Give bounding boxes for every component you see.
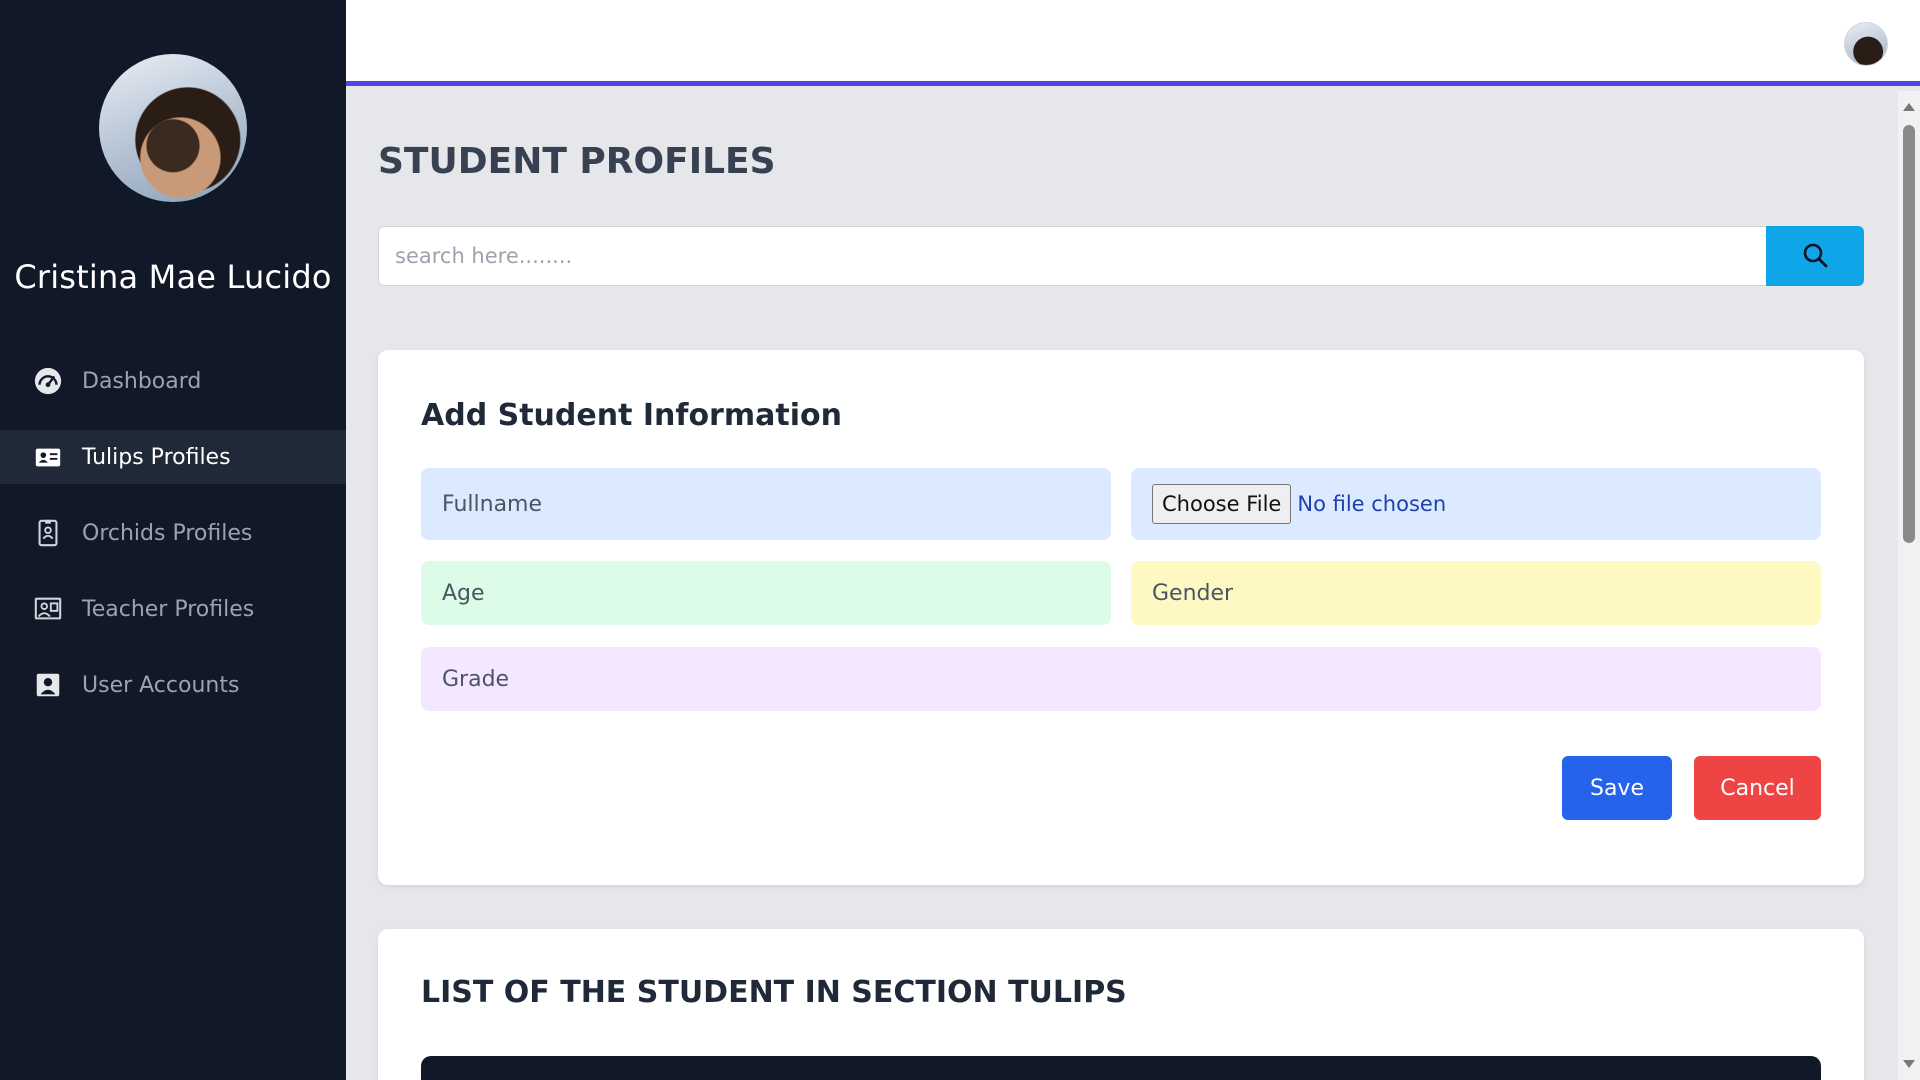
file-status: No file chosen [1297, 492, 1447, 516]
form-title: Add Student Information [421, 398, 842, 433]
scrollbar-thumb[interactable] [1903, 125, 1915, 543]
sidebar-item-dashboard[interactable]: Dashboard [0, 354, 346, 408]
user-avatar[interactable] [1844, 22, 1888, 66]
grade-placeholder: Grade [442, 666, 510, 692]
profile-name: Cristina Mae Lucido [14, 258, 332, 296]
sidebar-item-label: Teacher Profiles [82, 596, 255, 622]
scrollbar[interactable] [1898, 91, 1920, 1080]
id-card-icon [32, 441, 64, 473]
teacher-board-icon [32, 593, 64, 625]
grade-field[interactable]: Grade [421, 647, 1821, 711]
sidebar-item-label: User Accounts [82, 672, 240, 698]
sidebar-item-label: Orchids Profiles [82, 520, 253, 546]
choose-file-button[interactable]: Choose File [1152, 484, 1292, 524]
age-placeholder: Age [442, 580, 485, 606]
top-bar [346, 0, 1920, 86]
student-list-card: LIST OF THE STUDENT IN SECTION TULIPS [378, 929, 1864, 1080]
sidebar-nav: Dashboard Tulips Profiles Orchids Profil… [0, 354, 346, 734]
add-student-card: Add Student Information Fullname Choose … [378, 350, 1864, 885]
photo-file-field: Choose File No file chosen [1131, 468, 1821, 540]
sidebar-item-tulips-profiles[interactable]: Tulips Profiles [0, 430, 346, 484]
list-title: LIST OF THE STUDENT IN SECTION TULIPS [421, 975, 1127, 1010]
gender-placeholder: Gender [1152, 580, 1234, 606]
search-bar [378, 226, 1864, 286]
sidebar-item-orchids-profiles[interactable]: Orchids Profiles [0, 506, 346, 560]
fullname-field[interactable]: Fullname [421, 468, 1111, 540]
search-input[interactable] [378, 226, 1766, 286]
sidebar-item-user-accounts[interactable]: User Accounts [0, 658, 346, 712]
scroll-up-arrow-icon[interactable] [1903, 103, 1915, 111]
main-content: STUDENT PROFILES Add Student Information… [346, 91, 1898, 1080]
sidebar: Cristina Mae Lucido Dashboard Tulips Pro… [0, 0, 346, 1080]
page-title: STUDENT PROFILES [378, 141, 776, 182]
age-field[interactable]: Age [421, 561, 1111, 625]
sidebar-item-label: Dashboard [82, 368, 202, 394]
cancel-button[interactable]: Cancel [1694, 756, 1821, 820]
fullname-placeholder: Fullname [442, 491, 543, 517]
user-account-icon [32, 669, 64, 701]
dashboard-gauge-icon [32, 365, 64, 397]
scroll-down-arrow-icon[interactable] [1903, 1060, 1915, 1068]
search-button[interactable] [1766, 226, 1864, 286]
sidebar-item-teacher-profiles[interactable]: Teacher Profiles [0, 582, 346, 636]
search-icon [1802, 242, 1828, 271]
id-badge-icon [32, 517, 64, 549]
profile-avatar [99, 54, 247, 202]
sidebar-item-label: Tulips Profiles [82, 444, 231, 470]
gender-field[interactable]: Gender [1131, 561, 1821, 625]
table-header [421, 1056, 1821, 1080]
save-button[interactable]: Save [1562, 756, 1672, 820]
